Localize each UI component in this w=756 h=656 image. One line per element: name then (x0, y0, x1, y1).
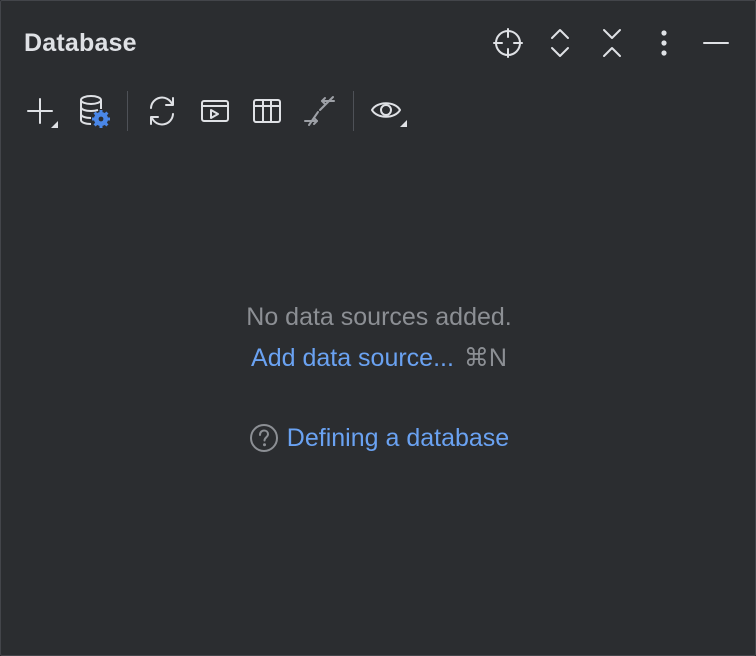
defining-database-link[interactable]: Defining a database (287, 424, 509, 453)
add-icon[interactable] (20, 91, 60, 131)
data-source-properties-icon[interactable] (74, 91, 114, 131)
add-data-source-row: Add data source... ⌘N (1, 343, 756, 373)
locate-icon[interactable] (490, 25, 526, 61)
jump-to-query-console-icon[interactable] (195, 91, 235, 131)
compare-icon[interactable] (299, 91, 339, 131)
table-view-icon[interactable] (247, 91, 287, 131)
collapse-all-icon[interactable] (594, 25, 630, 61)
panel-title: Database (24, 29, 137, 57)
help-icon (249, 423, 279, 453)
expand-all-icon[interactable] (542, 25, 578, 61)
database-tool-window: Database No data sources added. Add data… (0, 0, 756, 656)
empty-state-message: No data sources added. (246, 303, 512, 331)
toolbar-separator (127, 91, 128, 131)
add-data-source-link[interactable]: Add data source... (251, 344, 454, 372)
minimize-icon[interactable] (698, 25, 734, 61)
toolbar-separator (353, 91, 354, 131)
more-options-icon[interactable] (646, 25, 682, 61)
view-options-icon[interactable] (368, 91, 408, 131)
refresh-icon[interactable] (142, 91, 182, 131)
help-row: Defining a database (1, 423, 756, 453)
shortcut-hint: ⌘N (463, 344, 507, 372)
